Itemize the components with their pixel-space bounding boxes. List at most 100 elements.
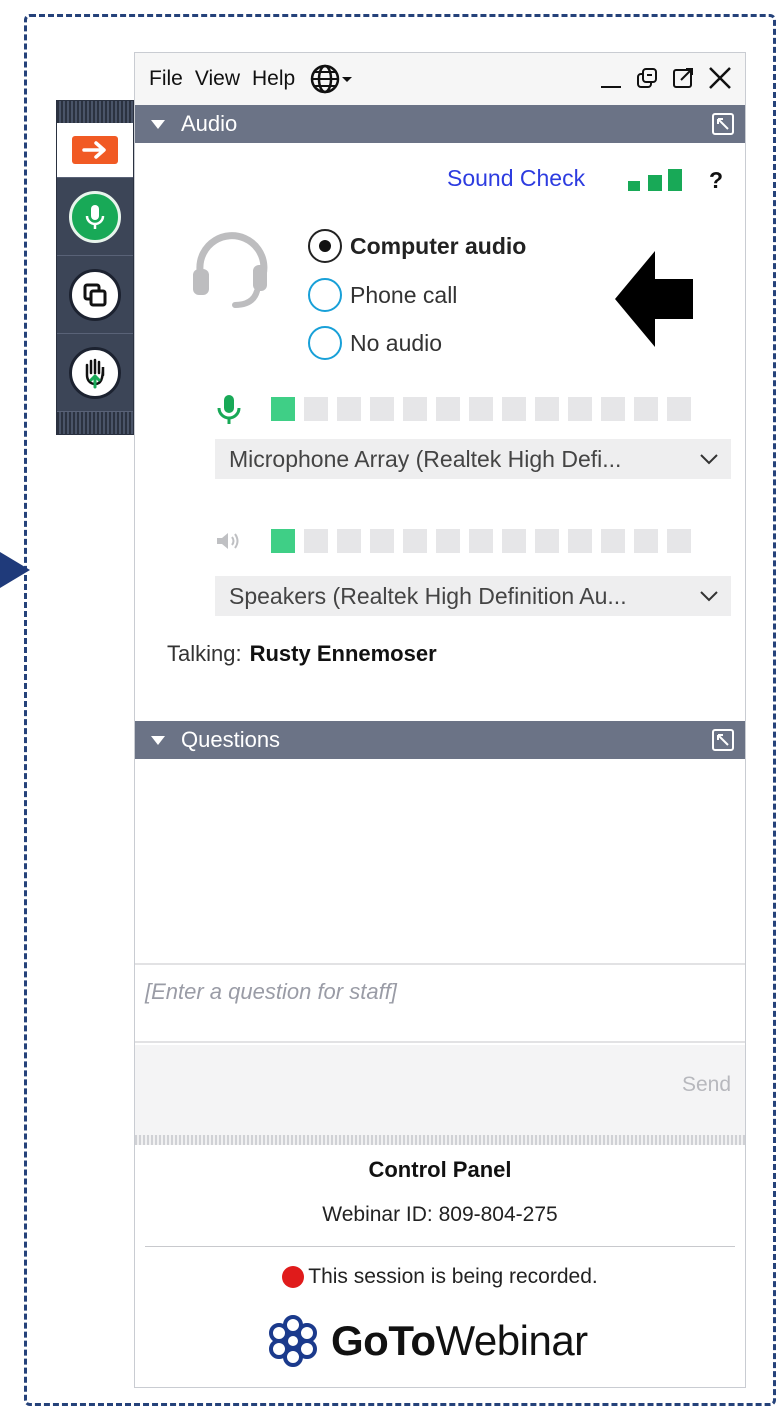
screen-share-icon	[69, 268, 121, 321]
level-cell	[568, 397, 592, 421]
level-cell	[370, 397, 394, 421]
chevron-down-icon	[700, 591, 718, 602]
annotation-arrow-left	[615, 251, 693, 347]
close-icon[interactable]	[707, 65, 733, 91]
webinar-id: Webinar ID: 809-804-275	[322, 1203, 558, 1226]
level-cell	[436, 397, 460, 421]
phone-call-label: Phone call	[350, 281, 458, 308]
collapse-triangle-icon	[151, 735, 165, 745]
talking-label: Talking:	[167, 641, 242, 666]
logo-goto: GoTo	[331, 1317, 436, 1364]
left-toolbar	[56, 100, 134, 435]
level-cell	[568, 529, 592, 553]
microphone-device-select[interactable]: Microphone Array (Realtek High Defi...	[215, 439, 731, 479]
gotowebinar-logo-icon	[269, 1315, 317, 1367]
questions-section-header[interactable]: Questions	[135, 721, 745, 759]
raise-hand-button[interactable]	[57, 334, 133, 412]
menu-view[interactable]: View	[195, 67, 240, 91]
chevron-down-icon	[700, 454, 718, 465]
level-cell	[304, 397, 328, 421]
gotowebinar-logo: GoToWebinar	[265, 1313, 588, 1369]
level-cell	[337, 529, 361, 553]
radio-phone-call[interactable]	[308, 278, 342, 312]
microphone-device-label: Microphone Array (Realtek High Defi...	[229, 445, 622, 472]
option-phone-call[interactable]: Phone call	[308, 278, 457, 312]
control-panel-title: Control Panel	[368, 1157, 512, 1182]
no-audio-label: No audio	[350, 329, 443, 356]
talking-indicator: Talking: Rusty Ennemoser	[167, 641, 437, 667]
recording-dot-icon	[282, 1266, 305, 1288]
level-cell	[271, 397, 295, 421]
sound-check-link[interactable]: Sound Check	[447, 165, 585, 192]
globe-icon	[310, 64, 353, 94]
rail-grip-top[interactable]	[57, 101, 133, 123]
level-cell	[304, 529, 328, 553]
exit-arrow-icon	[72, 136, 118, 164]
send-area: Send	[135, 1045, 745, 1135]
audio-section-title: Audio	[181, 111, 238, 136]
level-cell	[469, 529, 493, 553]
section-popout-icon[interactable]	[711, 112, 735, 136]
menu-bar: File View Help	[135, 53, 745, 105]
level-cell	[667, 529, 691, 553]
level-cell	[601, 529, 625, 553]
microphone-level-meter	[215, 393, 691, 425]
level-cell	[370, 529, 394, 553]
screen-share-button[interactable]	[57, 256, 133, 334]
language-menu[interactable]	[309, 63, 353, 95]
level-cell	[271, 529, 295, 553]
left-pointer-arrow	[0, 552, 30, 588]
control-panel-window: File View Help Audio Sound Check ? Compu…	[134, 52, 746, 1388]
microphone-level-cells	[271, 397, 691, 421]
level-cell	[634, 529, 658, 553]
section-popout-icon[interactable]	[711, 728, 735, 752]
talking-name: Rusty Ennemoser	[249, 641, 437, 666]
level-cell	[337, 397, 361, 421]
rail-grip-bottom[interactable]	[57, 412, 133, 434]
signal-strength-icon	[628, 169, 682, 191]
window-controls	[599, 65, 733, 91]
question-input[interactable]: [Enter a question for staff]	[135, 963, 745, 1043]
headset-icon	[193, 232, 268, 308]
send-button[interactable]: Send	[682, 1073, 731, 1097]
recording-text: This session is being recorded.	[308, 1265, 598, 1288]
level-cell	[469, 397, 493, 421]
logo-webinar: Webinar	[435, 1317, 589, 1364]
audio-section-header[interactable]: Audio	[135, 105, 745, 143]
radio-computer-audio[interactable]	[308, 229, 342, 263]
restore-icon[interactable]	[635, 66, 659, 90]
level-cell	[403, 529, 427, 553]
minimize-icon[interactable]	[599, 66, 623, 90]
level-cell	[601, 397, 625, 421]
speaker-device-label: Speakers (Realtek High Definition Au...	[229, 582, 627, 609]
questions-section-title: Questions	[181, 727, 281, 752]
collapse-panel-button[interactable]	[57, 123, 133, 178]
option-no-audio[interactable]: No audio	[308, 326, 442, 360]
recording-notice: This session is being recorded.	[135, 1265, 745, 1289]
level-cell	[403, 397, 427, 421]
footer-divider	[145, 1246, 735, 1247]
mute-microphone-button[interactable]	[57, 178, 133, 256]
speaker-level-meter	[215, 529, 691, 553]
popout-icon[interactable]	[671, 66, 695, 90]
menu-help[interactable]: Help	[252, 67, 295, 91]
raise-hand-icon	[69, 346, 121, 399]
logo-wordmark: GoToWebinar	[331, 1317, 588, 1365]
speaker-level-cells	[271, 529, 691, 553]
level-cell	[436, 529, 460, 553]
speaker-device-select[interactable]: Speakers (Realtek High Definition Au...	[215, 576, 731, 616]
option-computer-audio[interactable]: Computer audio	[308, 229, 526, 263]
speaker-icon	[217, 533, 239, 549]
level-cell	[502, 529, 526, 553]
menu-file[interactable]: File	[149, 67, 183, 91]
radio-no-audio[interactable]	[308, 326, 342, 360]
level-cell	[502, 397, 526, 421]
questions-log	[135, 759, 745, 963]
level-cell	[535, 397, 559, 421]
microphone-icon	[69, 190, 121, 243]
microphone-icon	[217, 395, 241, 424]
computer-audio-label: Computer audio	[350, 232, 527, 259]
resize-grip[interactable]	[135, 1135, 745, 1145]
level-cell	[634, 397, 658, 421]
audio-help-button[interactable]: ?	[709, 167, 723, 194]
